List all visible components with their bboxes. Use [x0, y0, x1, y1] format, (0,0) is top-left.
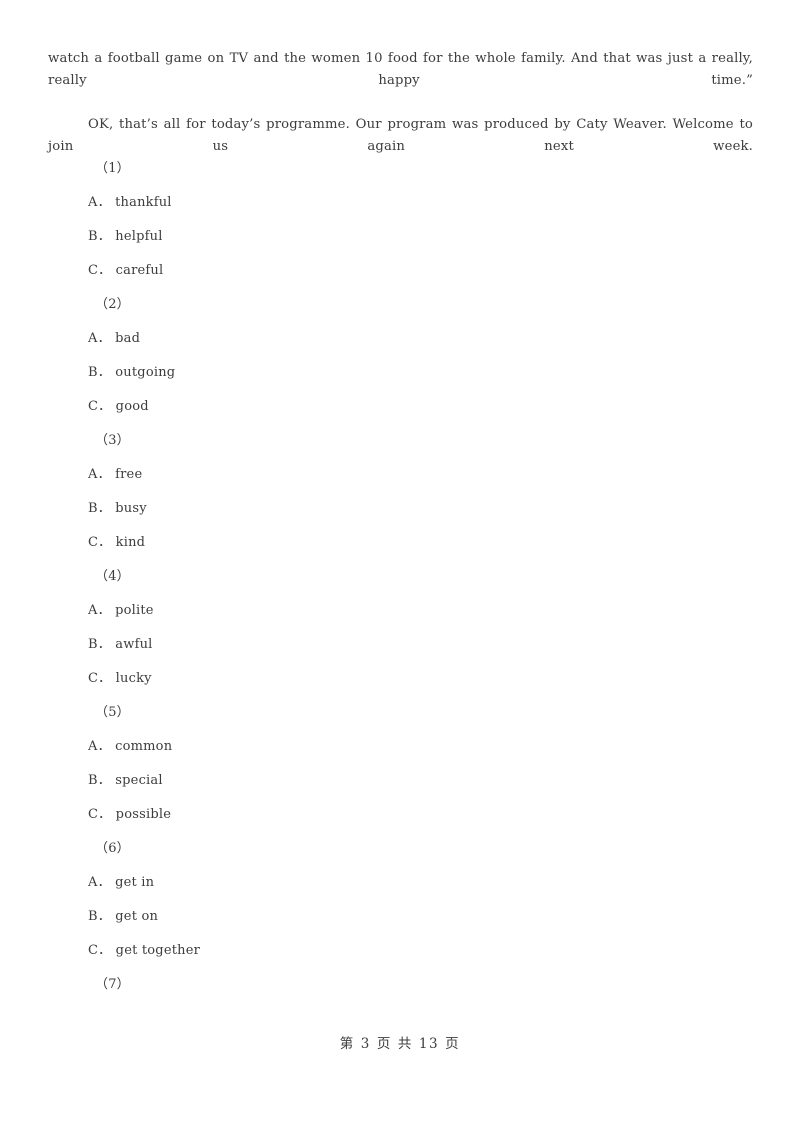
document-page: watch a football game on TV and the wome…: [0, 0, 800, 1132]
question-number: （6）: [95, 841, 130, 856]
body-text-block: watch a football game on TV and the wome…: [48, 48, 753, 158]
option-c[interactable]: C． get together: [0, 942, 800, 976]
option-b[interactable]: B． awful: [0, 636, 800, 670]
option-a[interactable]: A． thankful: [0, 194, 800, 228]
question-number: （3）: [95, 433, 130, 448]
question-group-4: （4） A． polite B． awful C． lucky: [0, 568, 800, 704]
option-c[interactable]: C． possible: [0, 806, 800, 840]
question-group-2: （2） A． bad B． outgoing C． good: [0, 296, 800, 432]
option-b[interactable]: B． busy: [0, 500, 800, 534]
option-b[interactable]: B． get on: [0, 908, 800, 942]
page-footer: 第 3 页 共 13 页: [339, 1036, 461, 1052]
option-c[interactable]: C． good: [0, 398, 800, 432]
option-b[interactable]: B． special: [0, 772, 800, 806]
option-b[interactable]: B． helpful: [0, 228, 800, 262]
question-number: （7）: [95, 977, 130, 992]
paragraph-closing-remarks: OK, that’s all for today’s programme. Ou…: [48, 117, 753, 154]
option-a[interactable]: A． get in: [0, 874, 800, 908]
option-c[interactable]: C． careful: [0, 262, 800, 296]
option-a[interactable]: A． polite: [0, 602, 800, 636]
question-number: （5）: [95, 705, 130, 720]
option-a[interactable]: A． free: [0, 466, 800, 500]
option-a[interactable]: A． common: [0, 738, 800, 772]
question-group-3: （3） A． free B． busy C． kind: [0, 432, 800, 568]
option-a[interactable]: A． bad: [0, 330, 800, 364]
question-number: （4）: [95, 569, 130, 584]
paragraph-transcript-continuation: watch a football game on TV and the wome…: [48, 51, 753, 88]
question-group-1: （1） A． thankful B． helpful C． careful: [0, 160, 800, 296]
option-c[interactable]: C． lucky: [0, 670, 800, 704]
question-number: （2）: [95, 297, 130, 312]
question-group-5: （5） A． common B． special C． possible: [0, 704, 800, 840]
question-group-6: （6） A． get in B． get on C． get together: [0, 840, 800, 976]
question-number: （1）: [95, 161, 130, 176]
option-c[interactable]: C． kind: [0, 534, 800, 568]
option-b[interactable]: B． outgoing: [0, 364, 800, 398]
question-group-7: （7）: [0, 976, 800, 1010]
question-list: （1） A． thankful B． helpful C． careful （2…: [0, 160, 800, 1010]
